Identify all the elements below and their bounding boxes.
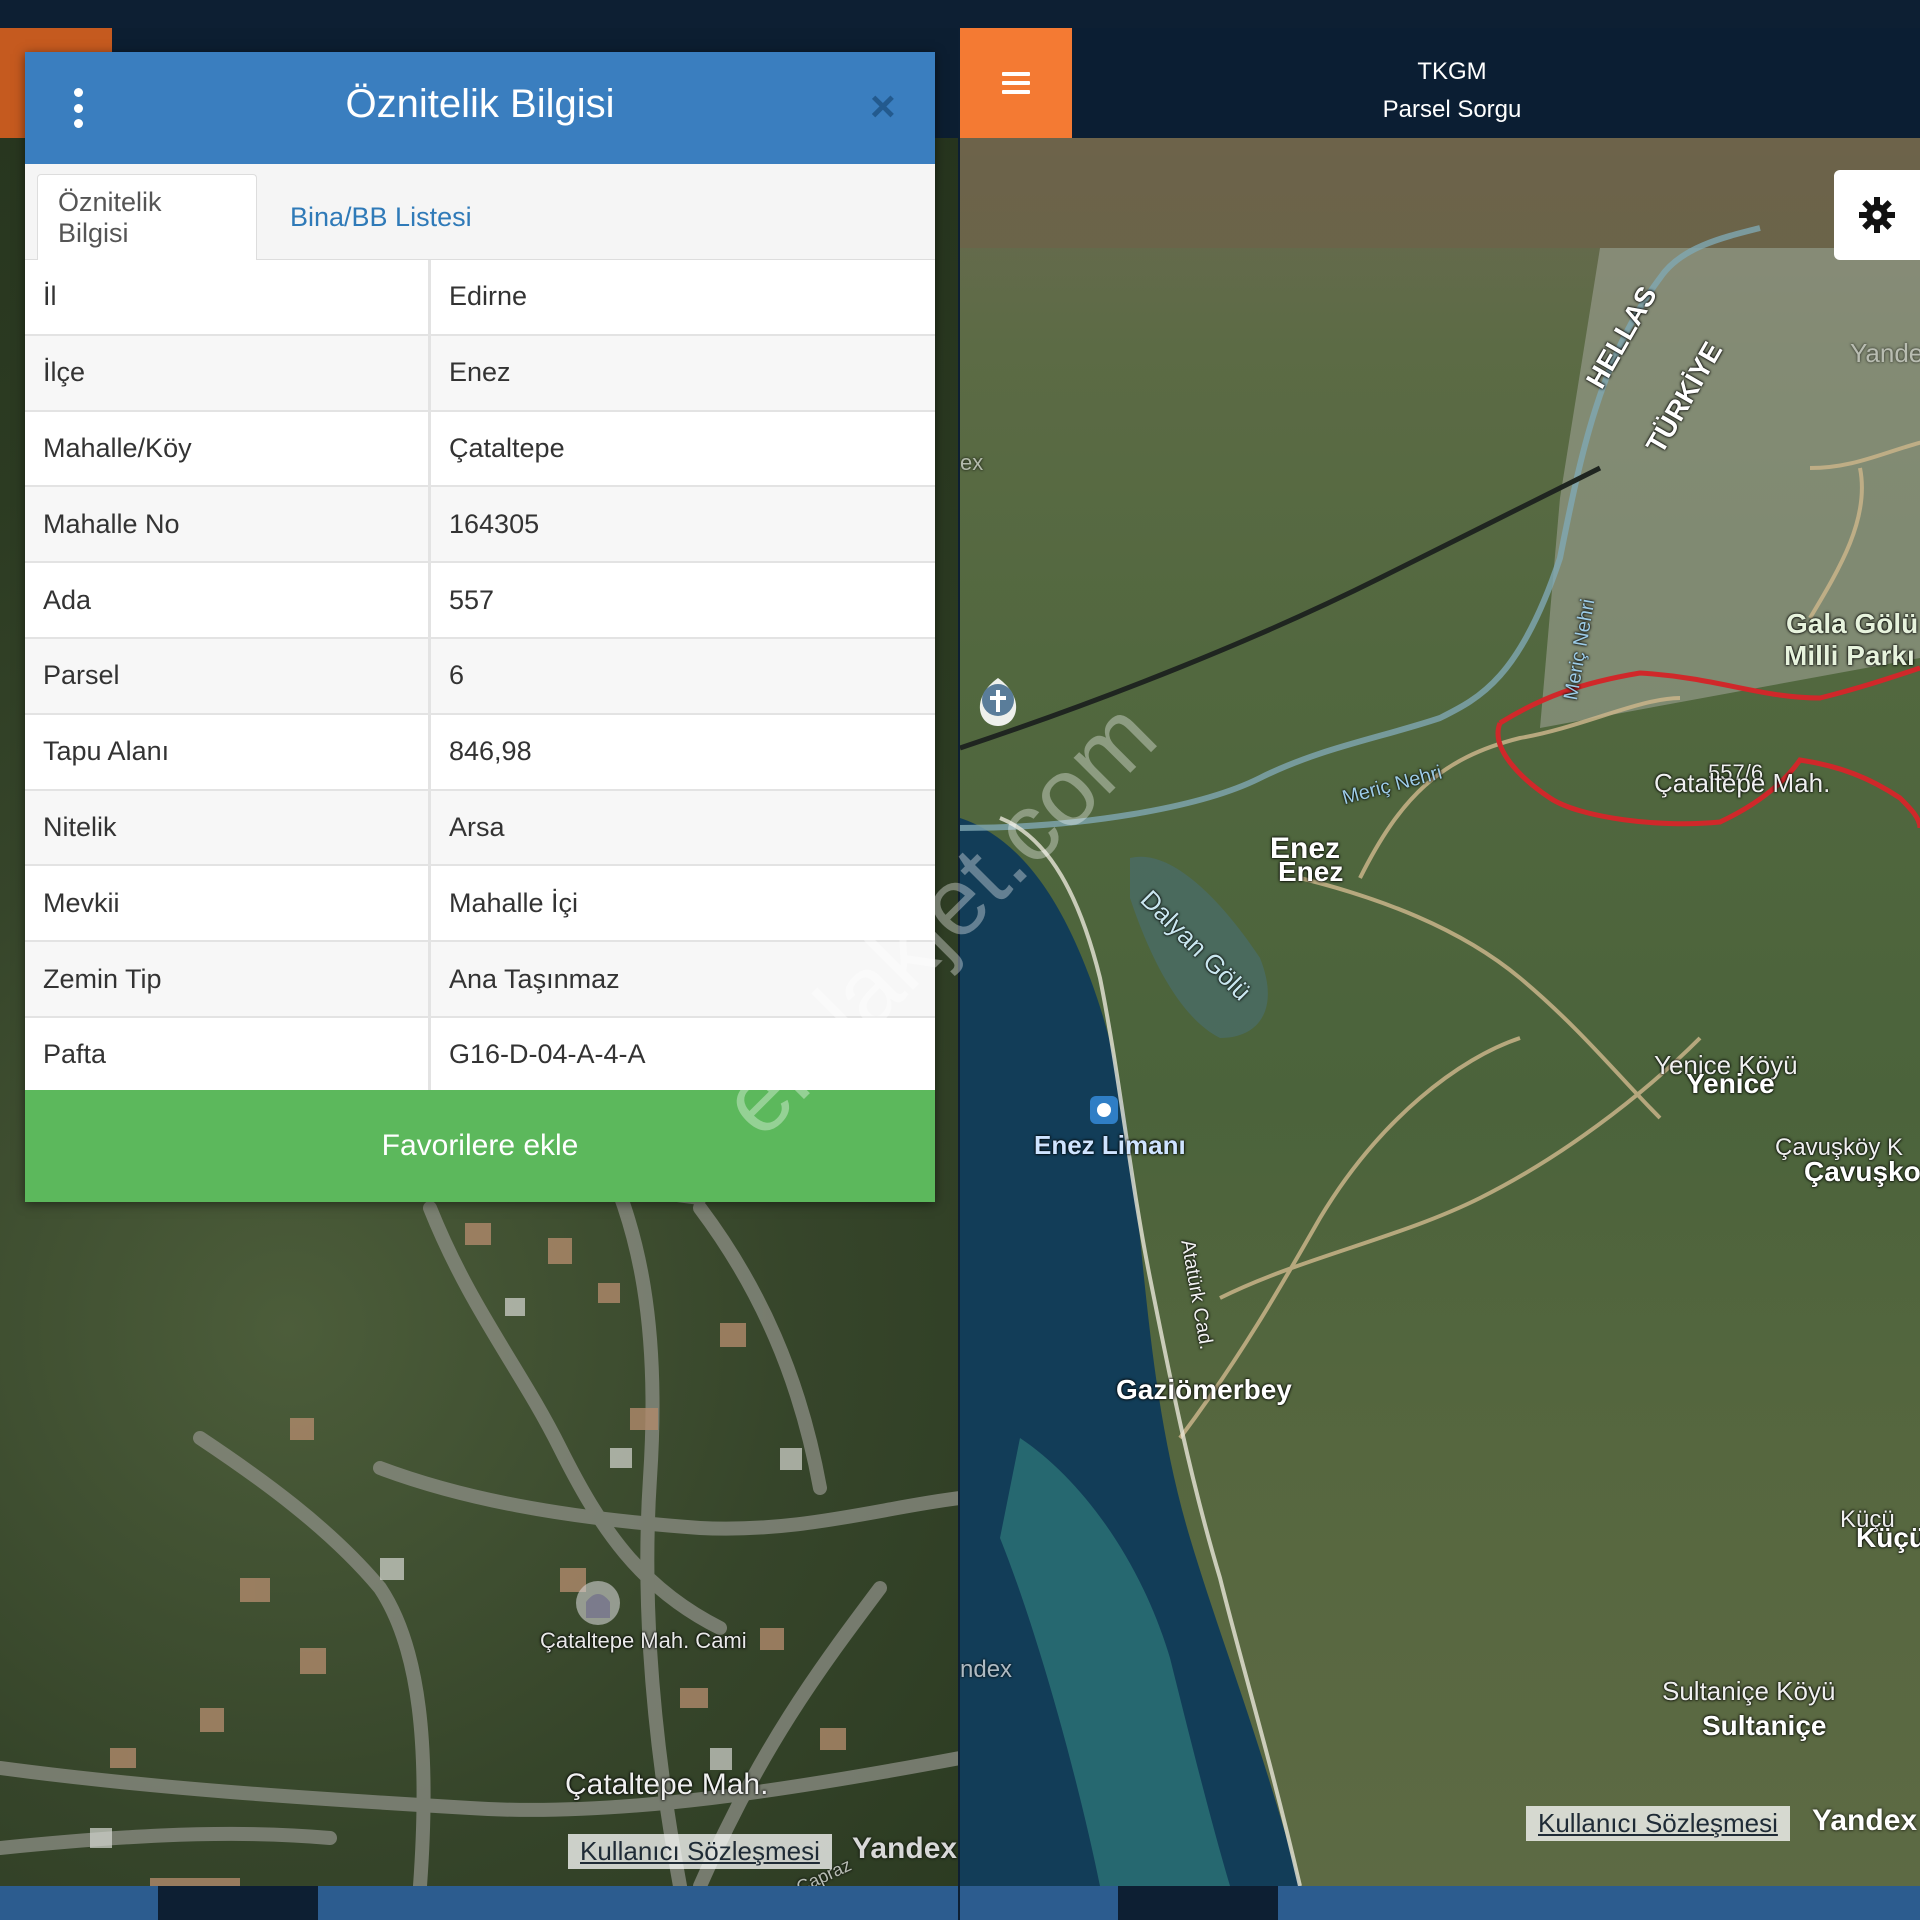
column-separator [428, 1017, 431, 1092]
row-key: Mevkii [43, 887, 120, 918]
yenice-label: Yenice [1686, 1068, 1775, 1099]
enez-label-2: Enez [1278, 856, 1344, 887]
close-icon[interactable]: × [870, 82, 896, 132]
table-row: Nitelik Arsa [25, 790, 935, 867]
column-separator [428, 790, 431, 865]
enez-harbor-label: Enez Limanı [1034, 1130, 1186, 1160]
table-row: Ada 557 [25, 563, 935, 639]
cavuskoy-label: Çavuşko [1804, 1156, 1920, 1187]
row-value: Mahalle İçi [449, 887, 579, 918]
right-yandex-logo: Yandex [1812, 1804, 1918, 1837]
mahalle-map-label: Çataltepe Mah. [565, 1768, 769, 1801]
column-separator [428, 563, 431, 637]
row-key: İl [43, 281, 57, 312]
gear-icon[interactable] [1834, 170, 1920, 260]
bottom-segment-1 [0, 1886, 158, 1920]
church-pin-icon[interactable] [979, 678, 1017, 726]
row-value: G16-D-04-A-4-A [449, 1039, 646, 1070]
table-row: Mahalle No 164305 [25, 487, 935, 564]
sultanice-label: Sultaniçe [1702, 1710, 1827, 1741]
kucuk-label: Küçü [1856, 1522, 1920, 1553]
table-row: İlçe Enez [25, 335, 935, 412]
bottom-segment-3 [960, 1886, 1118, 1920]
row-value: Ana Taşınmaz [449, 963, 620, 994]
row-value: Çataltepe [449, 432, 565, 463]
column-separator [428, 487, 431, 562]
row-key: Pafta [43, 1039, 107, 1070]
tab-building-list[interactable]: Bina/BB Listesi [270, 174, 492, 260]
row-value: Enez [449, 357, 511, 388]
row-key: Parsel [43, 660, 120, 691]
tab-attribute-info[interactable]: Öznitelik Bilgisi [37, 174, 257, 260]
row-key: Ada [43, 584, 92, 615]
top-status-strip [0, 0, 1920, 28]
row-value: 6 [449, 660, 465, 691]
right-satellite-map[interactable]: HELLAS TÜRKİYE Meriç Nehri Meriç Nehri G… [960, 138, 1920, 1886]
left-user-agreement-link[interactable]: Kullanıcı Sözleşmesi [568, 1834, 832, 1869]
table-row: Mahalle/Köy Çataltepe [25, 411, 935, 488]
bottom-segment-2 [318, 1886, 958, 1920]
right-user-agreement-link[interactable]: Kullanıcı Sözleşmesi [1526, 1806, 1790, 1841]
modal-title: Öznitelik Bilgisi [345, 82, 615, 126]
row-key: Zemin Tip [43, 963, 162, 994]
column-separator [428, 638, 431, 713]
row-key: İlçe [43, 357, 86, 388]
screenshot-root: Çataltepe Mah. Cami Çataltepe Mah. Çapra… [0, 0, 1920, 1920]
left-yandex-logo: Yandex [852, 1832, 958, 1865]
mosque-icon [576, 1581, 620, 1625]
modal-header: Öznitelik Bilgisi × [25, 52, 935, 164]
ex-fragment-label: ex [960, 450, 984, 475]
table-row: Mevkii Mahalle İçi [25, 866, 935, 943]
modal-tabs: Öznitelik Bilgisi Bina/BB Listesi [25, 164, 935, 260]
row-value: 846,98 [449, 736, 532, 767]
ndex-fragment-label: ndex [960, 1656, 1013, 1683]
mosque-label: Çataltepe Mah. Cami [540, 1628, 747, 1653]
header-title-line1: TKGM [1417, 58, 1487, 85]
yandex-faint-label: Yandex [1850, 338, 1920, 368]
table-row: Tapu Alanı 846,98 [25, 714, 935, 791]
column-separator [428, 335, 431, 410]
row-value: 164305 [449, 508, 540, 539]
table-row: İl Edirne [25, 260, 935, 336]
column-separator [428, 866, 431, 941]
gaziomerbey-label: Gaziömerbey [1116, 1374, 1292, 1405]
header-title-line2: Parsel Sorgu [1382, 96, 1522, 123]
row-value: Edirne [449, 281, 528, 312]
column-separator [428, 714, 431, 789]
row-key: Tapu Alanı [43, 736, 170, 767]
sultanice-village-label: Sultaniçe Köyü [1662, 1676, 1836, 1706]
row-key: Nitelik [43, 811, 117, 842]
gala-lake-label: Gala Gölü [1786, 608, 1919, 639]
right-map-features [960, 138, 1920, 1886]
hamburger-menu-icon[interactable] [960, 28, 1072, 138]
attribute-table: İl Edirne İlçe Enez Mahalle/Köy Çataltepe Maha… [25, 260, 935, 1094]
column-separator [428, 411, 431, 486]
row-value: Arsa [449, 811, 505, 842]
harbor-icon[interactable] [1090, 1096, 1118, 1124]
parcel-mahalle-label: Çataltepe Mah. [1654, 768, 1831, 798]
bottom-segment-4 [1278, 1886, 1920, 1920]
national-park-label: Milli Parkı [1784, 640, 1915, 671]
row-key: Mahalle No [43, 508, 180, 539]
row-value: 557 [449, 584, 495, 615]
row-key: Mahalle/Köy [43, 432, 192, 463]
column-separator [428, 260, 431, 334]
column-separator [428, 942, 431, 1016]
table-row: Parsel 6 [25, 638, 935, 715]
